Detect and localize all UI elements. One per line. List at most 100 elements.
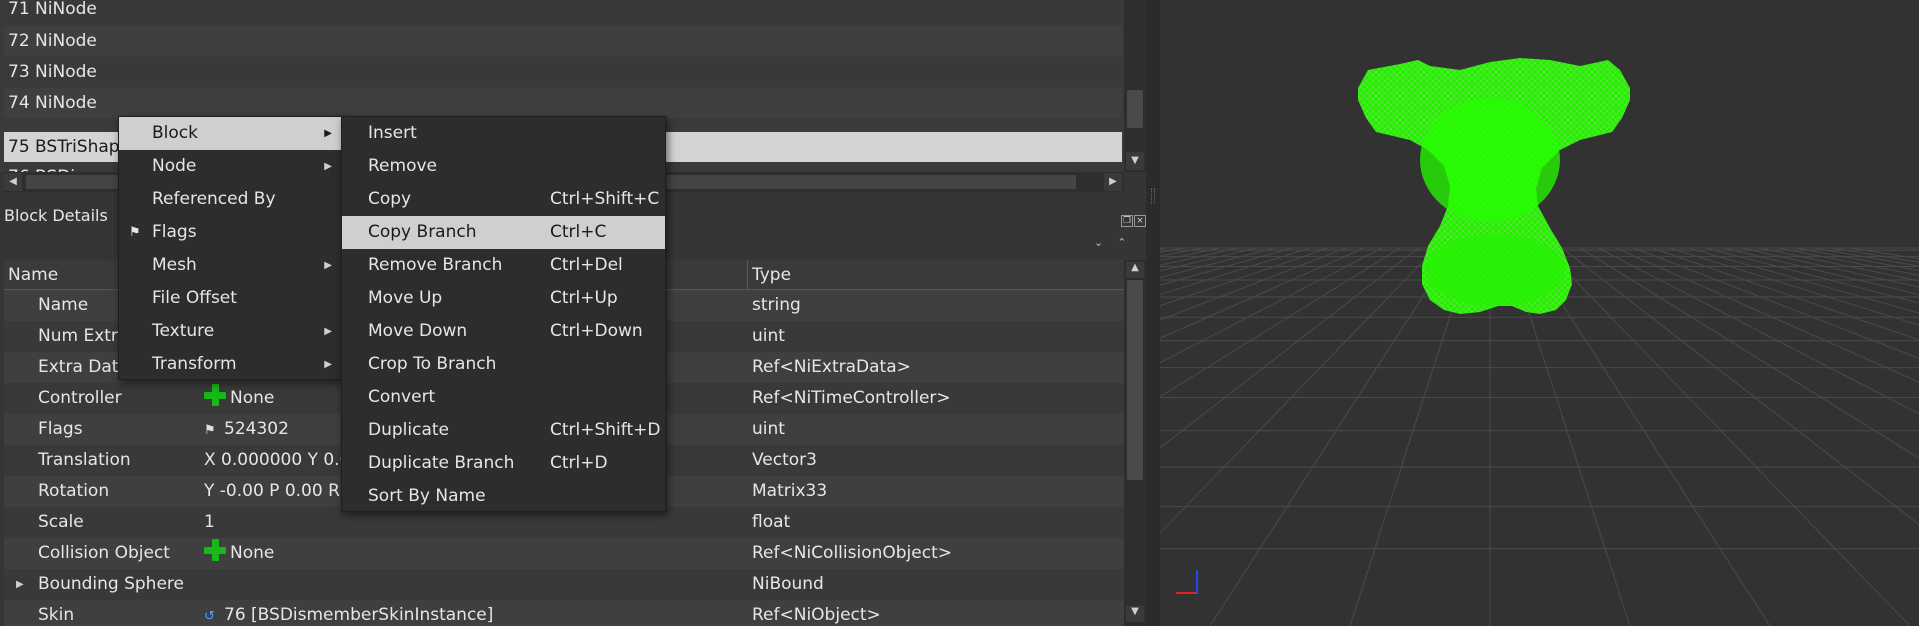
menu-item-texture[interactable]: Texture ▶ bbox=[119, 315, 342, 348]
field-type: uint bbox=[752, 326, 785, 346]
table-row[interactable]: ▶ Bounding Sphere NiBound bbox=[4, 569, 1124, 600]
menu-item-referenced-by[interactable]: Referenced By bbox=[119, 183, 342, 216]
menu-item-label: Insert bbox=[368, 123, 417, 143]
column-header-name[interactable]: Name bbox=[8, 265, 58, 285]
menu-item-transform[interactable]: Transform ▶ bbox=[119, 348, 342, 381]
field-type: Ref<NiTimeController> bbox=[752, 388, 951, 408]
block-details-title: Block Details bbox=[4, 206, 108, 225]
scroll-thumb[interactable] bbox=[1127, 280, 1143, 480]
menu-item-crop-to-branch[interactable]: Crop To Branch bbox=[342, 348, 665, 381]
add-icon[interactable] bbox=[204, 384, 226, 406]
field-name: Name bbox=[38, 295, 89, 315]
field-value[interactable]: None bbox=[204, 383, 274, 414]
close-icon[interactable]: × bbox=[1134, 215, 1146, 227]
menu-item-remove[interactable]: Remove bbox=[342, 150, 665, 183]
float-icon[interactable]: ❐ bbox=[1121, 215, 1133, 227]
add-icon[interactable] bbox=[204, 539, 226, 561]
scroll-thumb[interactable] bbox=[1127, 90, 1143, 128]
submenu-arrow-icon: ▶ bbox=[324, 359, 332, 370]
menu-item-sort-by-name[interactable]: Sort By Name bbox=[342, 480, 665, 513]
field-value[interactable]: Y -0.00 P 0.00 R - bbox=[204, 476, 351, 507]
link-icon: ↺ bbox=[204, 609, 215, 624]
grid-line bbox=[1160, 247, 1401, 398]
context-menu: Block ▶ Node ▶ Referenced By ⚑ Flags Mesh ▶ File … bbox=[118, 116, 343, 380]
field-value[interactable]: 1 bbox=[204, 507, 215, 538]
menu-item-mesh[interactable]: Mesh ▶ bbox=[119, 249, 342, 282]
menu-item-label: Remove Branch bbox=[368, 255, 503, 275]
menu-item-label: Node bbox=[152, 156, 197, 176]
field-value[interactable]: ⚑ 524302 bbox=[204, 414, 289, 446]
field-type: uint bbox=[752, 419, 785, 439]
menu-item-shortcut: Ctrl+D bbox=[550, 453, 608, 473]
menu-item-move-down[interactable]: Move Down Ctrl+Down bbox=[342, 315, 665, 348]
menu-item-duplicate-branch[interactable]: Duplicate Branch Ctrl+D bbox=[342, 447, 665, 480]
flag-icon: ⚑ bbox=[204, 423, 216, 438]
axis-gizmo bbox=[1176, 570, 1198, 594]
block-submenu: Insert Remove Copy Ctrl+Shift+C Copy Branch C… bbox=[341, 116, 666, 512]
block-list-item[interactable]: 71 NiNode bbox=[4, 0, 1122, 24]
column-divider[interactable] bbox=[747, 260, 748, 290]
menu-item-remove-branch[interactable]: Remove Branch Ctrl+Del bbox=[342, 249, 665, 282]
field-value-text: None bbox=[230, 543, 275, 563]
block-list-item[interactable]: 73 NiNode bbox=[4, 57, 1122, 87]
viewport-canvas[interactable] bbox=[1160, 0, 1919, 626]
field-type: Ref<NiCollisionObject> bbox=[752, 543, 952, 563]
scroll-down-arrow-icon[interactable]: ▼ bbox=[1126, 606, 1144, 622]
menu-item-label: Duplicate bbox=[368, 420, 449, 440]
menu-item-block[interactable]: Block ▶ bbox=[119, 117, 342, 150]
field-type: string bbox=[752, 295, 801, 315]
field-name: Scale bbox=[38, 512, 84, 532]
menu-item-shortcut: Ctrl+Shift+D bbox=[550, 420, 661, 440]
field-value[interactable]: ↺ 76 [BSDismemberSkinInstance] bbox=[204, 600, 493, 626]
menu-item-label: Flags bbox=[152, 222, 197, 242]
grid-line bbox=[1209, 247, 1455, 626]
field-type: Matrix33 bbox=[752, 481, 828, 501]
scroll-up-arrow-icon[interactable]: ▲ bbox=[1126, 262, 1144, 278]
table-row[interactable]: Skin ↺ 76 [BSDismemberSkinInstance] Ref<N… bbox=[4, 600, 1124, 626]
field-type: Ref<NiExtraData> bbox=[752, 357, 911, 377]
grid-line bbox=[1705, 247, 1919, 304]
field-name: Skin bbox=[38, 605, 75, 625]
menu-item-insert[interactable]: Insert bbox=[342, 117, 665, 150]
submenu-arrow-icon: ▶ bbox=[324, 161, 332, 172]
block-list-item[interactable]: 72 NiNode bbox=[4, 26, 1122, 56]
menu-item-label: Duplicate Branch bbox=[368, 453, 515, 473]
menu-item-copy-branch[interactable]: Copy Branch Ctrl+C bbox=[342, 216, 665, 249]
grid-line bbox=[1160, 247, 1221, 261]
grid-line bbox=[1615, 247, 1919, 383]
block-list-item[interactable]: 74 NiNode bbox=[4, 88, 1122, 118]
menu-item-label: File Offset bbox=[152, 288, 237, 308]
menu-item-duplicate[interactable]: Duplicate Ctrl+Shift+D bbox=[342, 414, 665, 447]
collapse-all-icon[interactable]: ⌃ bbox=[1117, 236, 1140, 249]
column-header-type[interactable]: Type bbox=[752, 265, 791, 285]
block-list-vertical-scrollbar[interactable]: ▼ bbox=[1124, 0, 1146, 172]
scroll-down-arrow-icon[interactable]: ▼ bbox=[1126, 152, 1144, 170]
menu-item-label: Copy bbox=[368, 189, 412, 209]
menu-item-label: Crop To Branch bbox=[368, 354, 497, 374]
splitter-grip-icon[interactable] bbox=[1151, 188, 1155, 204]
field-value-text: 524302 bbox=[224, 419, 289, 439]
3d-viewport[interactable] bbox=[1160, 0, 1919, 626]
menu-item-node[interactable]: Node ▶ bbox=[119, 150, 342, 183]
grid-line bbox=[1160, 247, 1329, 307]
menu-item-file-offset[interactable]: File Offset bbox=[119, 282, 342, 315]
menu-item-label: Texture bbox=[152, 321, 215, 341]
details-vertical-scrollbar[interactable]: ▲ ▼ bbox=[1124, 260, 1146, 626]
pane-splitter[interactable] bbox=[1146, 0, 1160, 626]
menu-item-copy[interactable]: Copy Ctrl+Shift+C bbox=[342, 183, 665, 216]
field-type: Vector3 bbox=[752, 450, 817, 470]
menu-item-flags[interactable]: ⚑ Flags bbox=[119, 216, 342, 249]
menu-item-move-up[interactable]: Move Up Ctrl+Up bbox=[342, 282, 665, 315]
expand-arrow-icon[interactable]: ▶ bbox=[16, 569, 24, 600]
scroll-left-arrow-icon[interactable]: ◀ bbox=[4, 173, 22, 191]
menu-item-convert[interactable]: Convert bbox=[342, 381, 665, 414]
scroll-right-arrow-icon[interactable]: ▶ bbox=[1104, 173, 1122, 191]
field-value[interactable]: None bbox=[204, 538, 274, 569]
grid-line bbox=[1525, 247, 1771, 626]
field-value[interactable]: X 0.000000 Y 0.00 bbox=[204, 445, 361, 476]
expand-all-icon[interactable]: ⌄ bbox=[1094, 236, 1117, 249]
field-value-text: 76 [BSDismemberSkinInstance] bbox=[224, 605, 494, 625]
grid-line bbox=[1777, 247, 1919, 276]
table-row[interactable]: Collision Object None Ref<NiCollisionObj… bbox=[4, 538, 1124, 569]
field-name: Controller bbox=[38, 388, 122, 408]
